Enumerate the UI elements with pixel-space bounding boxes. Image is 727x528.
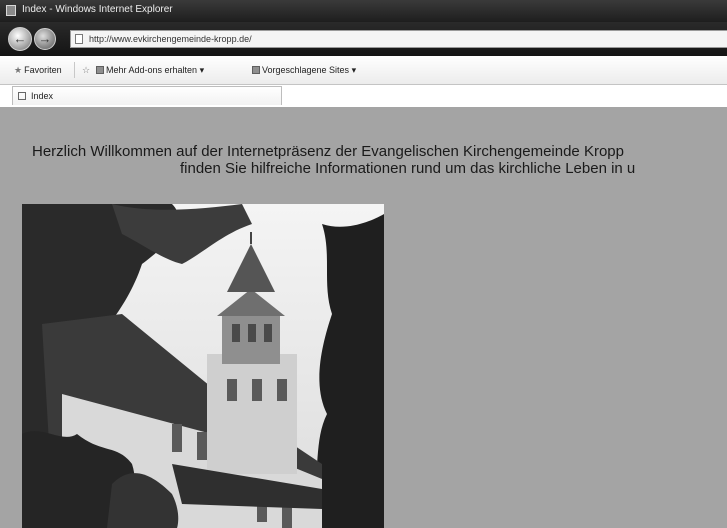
window-titlebar: Index - Windows Internet Explorer	[0, 0, 727, 22]
welcome-line-2: finden Sie hilfreiche Informationen rund…	[180, 160, 636, 177]
back-arrow-icon: ←	[13, 31, 27, 46]
favorites-button[interactable]: ★ Favoriten	[14, 64, 62, 76]
suggested-sites-label: Vorgeschlagene Sites	[262, 65, 350, 75]
chevron-down-icon: ▾	[349, 65, 357, 75]
add-favorite-icon: ☆	[82, 65, 91, 75]
church-photo	[22, 204, 384, 528]
chevron-down-icon: ▾	[197, 65, 205, 75]
address-bar: ← → http://www.evkirchengemeinde-kropp.d…	[0, 22, 727, 56]
url-input[interactable]: http://www.evkirchengemeinde-kropp.de/	[70, 30, 727, 48]
tab-label: Index	[31, 91, 54, 101]
page-icon	[18, 92, 26, 100]
forward-button[interactable]: →	[34, 28, 56, 50]
url-text: http://www.evkirchengemeinde-kropp.de/	[89, 34, 252, 44]
tab-index[interactable]: Index	[12, 86, 282, 105]
suggested-sites-icon	[252, 66, 260, 74]
star-icon: ★	[14, 65, 23, 75]
church-image	[22, 204, 384, 528]
toolbar-divider	[74, 62, 75, 78]
favorites-bar: ★ Favoriten ☆ Mehr Add-ons erhalten ▾ Vor…	[0, 56, 727, 85]
tab-bar: Index	[0, 85, 727, 107]
favorites-label: Favoriten	[24, 65, 62, 75]
page-content: Herzlich Willkommen auf der Internetpräs…	[0, 107, 727, 528]
page-icon	[75, 34, 83, 44]
welcome-line-1: Herzlich Willkommen auf der Internetpräs…	[32, 143, 624, 160]
ie-app-icon	[6, 5, 16, 16]
back-button[interactable]: ←	[8, 27, 32, 51]
suggested-sites-button[interactable]: Vorgeschlagene Sites ▾	[252, 64, 356, 76]
addons-icon	[96, 66, 104, 74]
more-addons-label: Mehr Add-ons erhalten	[106, 65, 198, 75]
window-title: Index - Windows Internet Explorer	[22, 4, 173, 15]
forward-arrow-icon: →	[38, 31, 52, 46]
add-to-favorites-button[interactable]: ☆	[82, 64, 92, 76]
more-addons-button[interactable]: Mehr Add-ons erhalten ▾	[96, 64, 204, 76]
